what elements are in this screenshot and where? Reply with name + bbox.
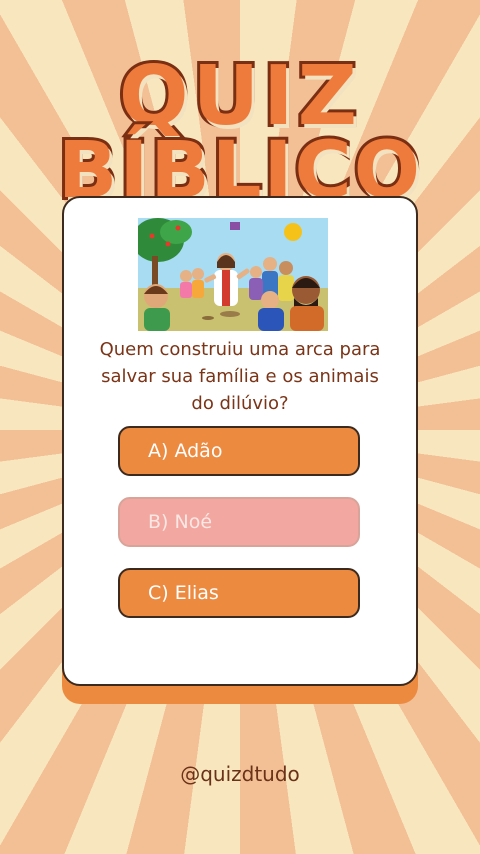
social-handle: @quizdtudo	[180, 762, 300, 786]
answer-option-c[interactable]: C) Elias	[118, 568, 360, 618]
answer-option-b[interactable]: B) Noé	[118, 497, 360, 547]
answer-option-c-label: C) Elias	[148, 582, 219, 604]
answer-option-b-label: B) Noé	[148, 511, 213, 533]
question-text: Quem construiu uma arca para salvar sua …	[99, 339, 381, 414]
answer-option-a-label: A) Adão	[148, 440, 223, 462]
bible-scene-image	[138, 218, 328, 331]
bible-scene-illustration	[138, 218, 328, 331]
answer-option-a[interactable]: A) Adão	[118, 426, 360, 476]
